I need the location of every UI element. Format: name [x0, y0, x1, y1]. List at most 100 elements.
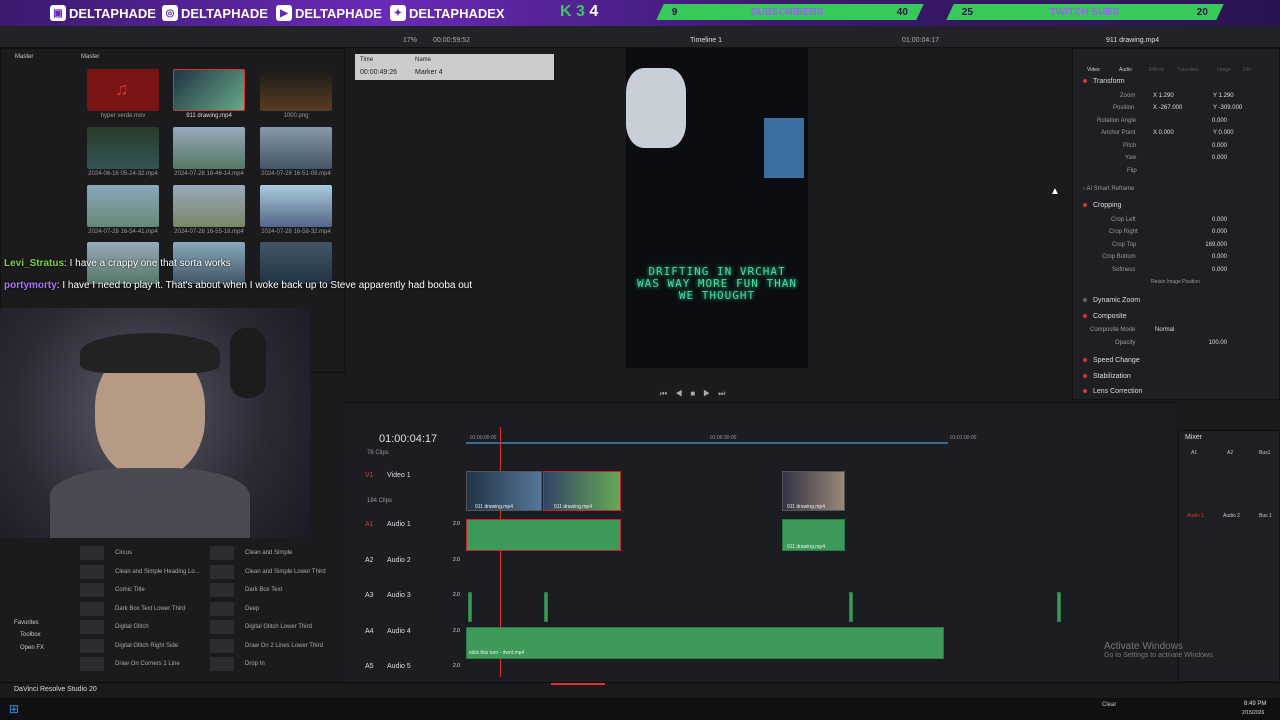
track-header-a2[interactable]: A2 Audio 2 2.0 [355, 555, 465, 589]
row-zoom[interactable]: Zoom X 1.290 Y 1.290 [1085, 93, 1275, 105]
media-thumb[interactable]: ♫ [87, 69, 159, 111]
tab-file[interactable]: File [1243, 67, 1251, 73]
video-hand [626, 68, 686, 148]
effect-item[interactable]: Draw On 2 Lines Lower Third [245, 643, 323, 649]
clock-date[interactable]: 2/15/2026 [1242, 710, 1264, 716]
media-thumb[interactable] [173, 127, 245, 169]
master-header: Master [81, 54, 100, 60]
viewer-zoom[interactable]: 17% [403, 37, 417, 44]
row-flip[interactable]: Flip [1085, 168, 1275, 180]
row-anchor[interactable]: Anchor Point X 0.000 Y 0.000 [1085, 130, 1275, 142]
track-header-v1[interactable]: V1 Video 1 [355, 469, 465, 503]
section-smart-reframe[interactable]: › AI Smart Reframe [1083, 186, 1134, 192]
audio-clip[interactable]: stick this torn - dwnt.mp4 [466, 627, 944, 659]
track-header-a1[interactable]: A1 Audio 1 2.0 [355, 519, 465, 553]
audio-clip[interactable] [849, 592, 853, 622]
effect-item[interactable]: Digital Glitch [115, 624, 149, 630]
audio-clip[interactable] [544, 592, 548, 622]
effect-item[interactable]: Deep [245, 606, 259, 612]
clock-time[interactable]: 8:49 PM [1244, 701, 1266, 707]
track-header-a4[interactable]: A4 Audio 4 2.0 [355, 626, 465, 660]
headphones [80, 333, 220, 373]
section-composite[interactable]: Composite [1083, 313, 1126, 320]
video-clip[interactable]: 911 drawing.mp4 [466, 471, 542, 511]
tab-video[interactable]: Video [1087, 67, 1100, 73]
video-clip[interactable]: 911 drawing.mp4 [543, 471, 621, 511]
row-yaw[interactable]: Yaw 0.000 [1085, 155, 1275, 167]
media-thumb[interactable] [173, 185, 245, 227]
timeline-viewer[interactable]: DRIFTING IN VRCHAT WAS WAY MORE FUN THAN… [626, 48, 808, 368]
effect-thumb [210, 546, 234, 560]
section-speed-change[interactable]: Speed Change [1083, 357, 1140, 364]
effect-item[interactable]: Clean and Simple [245, 550, 292, 556]
chat-message: Levi_Stratus: I have a crappy one that s… [4, 258, 231, 269]
media-label: 2024-07-28 16-46-14.mp4 [174, 171, 244, 177]
marker-list: Time Name 00:00:49:26 Marker 4 [355, 54, 554, 80]
media-thumb-selected[interactable] [173, 69, 245, 111]
section-transform[interactable]: Transform [1083, 78, 1125, 85]
effect-item[interactable]: Dark Box Text [245, 587, 282, 593]
row-crop-bottom[interactable]: Crop Bottom 0.000 [1085, 254, 1275, 266]
timeline-name[interactable]: Timeline 1 [690, 37, 722, 44]
audio-clip[interactable] [468, 592, 472, 622]
video-clip[interactable]: 911 drawing.mp4 [782, 471, 845, 511]
master-bin[interactable]: Master [15, 54, 33, 60]
row-position[interactable]: Position X -267.000 Y -309.000 [1085, 105, 1275, 117]
tab-transition[interactable]: Transition [1177, 67, 1199, 73]
media-label: 2024-06-16 05-24-32.mp4 [88, 171, 158, 177]
row-rotation[interactable]: Rotation Angle 0.000 [1085, 118, 1275, 130]
sidebar-toolbox[interactable]: Toolbox [20, 632, 41, 638]
row-crop-top[interactable]: Crop Top 169.000 [1085, 242, 1275, 254]
media-thumb[interactable] [87, 127, 159, 169]
retain-image-position[interactable]: Retain Image Position [1085, 279, 1275, 291]
section-cropping[interactable]: Cropping [1083, 202, 1121, 209]
media-thumb[interactable] [87, 185, 159, 227]
row-crop-left[interactable]: Crop Left 0.000 [1085, 217, 1275, 229]
windows-start-icon[interactable]: ⊞ [9, 702, 19, 716]
section-dynamic-zoom[interactable]: Dynamic Zoom [1083, 297, 1140, 304]
row-softness[interactable]: Softness 0.000 [1085, 267, 1275, 279]
effect-item[interactable]: Clean and Simple Heading Lo... [115, 569, 200, 575]
section-lens-correction[interactable]: Lens Correction [1083, 388, 1142, 395]
audio-clip[interactable] [466, 519, 621, 551]
row-composite-mode[interactable]: Composite Mode Normal [1085, 327, 1275, 339]
transport-controls[interactable]: ⏮◀■▶⏭ [660, 389, 760, 399]
media-thumb[interactable] [260, 185, 332, 227]
effect-item[interactable]: Clean and Simple Lower Third [245, 569, 326, 575]
hoodie [50, 468, 250, 538]
media-label: 911 drawing.mp4 [186, 113, 232, 119]
track-header-a5[interactable]: A5 Audio 5 2.0 [355, 661, 465, 675]
effect-item[interactable]: Digital Glitch Right Side [115, 643, 178, 649]
effect-item[interactable]: Draw On Corners 1 Line [115, 661, 180, 667]
row-crop-right[interactable]: Crop Right 0.000 [1085, 229, 1275, 241]
instagram-icon: ◎ [162, 5, 178, 21]
tab-audio[interactable]: Audio [1119, 67, 1132, 73]
media-thumb[interactable] [260, 69, 332, 111]
marker-name[interactable]: Marker 4 [415, 69, 443, 76]
row-opacity[interactable]: Opacity 100.00 [1085, 340, 1275, 352]
sidebar-openfx[interactable]: Open FX [20, 645, 44, 651]
effect-thumb [80, 601, 104, 616]
section-stabilization[interactable]: Stabilization [1083, 373, 1131, 380]
title-overlay: DRIFTING IN VRCHAT WAS WAY MORE FUN THAN… [636, 265, 798, 302]
weather[interactable]: Clear [1102, 702, 1116, 708]
effect-item[interactable]: Dark Box Text Lower Third [115, 606, 185, 612]
tab-image[interactable]: Image [1217, 67, 1231, 73]
audio-clip[interactable]: 911 drawing.mp4 [782, 519, 845, 551]
audio-clip[interactable] [1057, 592, 1061, 622]
page-bar: DaVinci Resolve Studio 20 [0, 682, 1280, 698]
effect-item[interactable]: Comic Title [115, 587, 145, 593]
marker-time[interactable]: 00:00:49:26 [360, 69, 397, 76]
effect-item[interactable]: Drop In [245, 661, 265, 667]
youtube-icon: ▶ [276, 5, 292, 21]
sidebar-favorites[interactable]: Favorites [14, 620, 39, 626]
effect-item[interactable]: Circus [115, 550, 132, 556]
row-pitch[interactable]: Pitch 0.000 [1085, 143, 1275, 155]
social-youtube: ▶ DELTAPHADE [276, 4, 382, 22]
track-header-a3[interactable]: A3 Audio 3 2.0 [355, 590, 465, 624]
tab-effects[interactable]: Effects [1149, 67, 1164, 73]
stream-banner: ▣ DELTAPHADE ◎ DELTAPHADE ▶ DELTAPHADE ✦ DEL… [0, 0, 1280, 26]
effect-thumb [80, 583, 104, 597]
media-thumb[interactable] [260, 127, 332, 169]
effect-item[interactable]: Digital Glitch Lower Third [245, 624, 312, 630]
